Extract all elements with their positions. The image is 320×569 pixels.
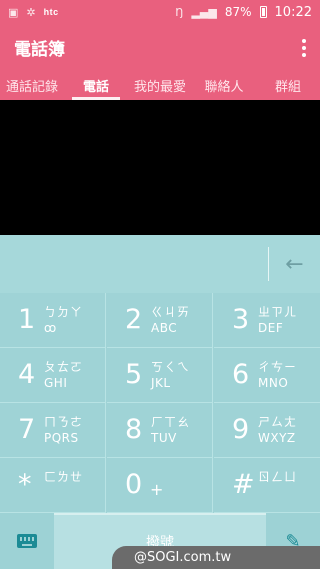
app-bar: 電話簿 — [0, 24, 320, 70]
battery-icon — [259, 6, 267, 18]
key-6[interactable]: 6 ㄔㄘㄧ MNO — [214, 348, 320, 403]
key-letters: PQRS — [44, 431, 79, 445]
key-digit: # — [232, 469, 255, 500]
key-digit: 0 — [125, 469, 143, 500]
watermark: @SOGI.com.tw — [112, 546, 320, 569]
key-bopomofo: ㄕㄙㄤ — [258, 415, 298, 429]
key-3[interactable]: 3 ㄓㄗㄦ DEF — [214, 293, 320, 348]
key-bopomofo: ㄅㄉㄚ — [44, 305, 84, 319]
backspace-button[interactable]: ← — [268, 247, 320, 281]
key-2[interactable]: 2 ㄍㄐㄞ ABC — [107, 293, 213, 348]
key-8[interactable]: 8 ㄏㄒㄠ TUV — [107, 403, 213, 458]
key-letters: DEF — [258, 321, 284, 335]
key-letters: + — [150, 480, 164, 499]
backspace-icon: ← — [285, 251, 304, 277]
dial-keypad: 1 ㄅㄉㄚ ꝏ 2 ㄍㄐㄞ ABC 3 ㄓㄗㄦ DEF 4 ㄆㄊㄛ GHI 5 … — [0, 293, 320, 513]
tab-contacts[interactable]: 聯絡人 — [192, 70, 256, 100]
key-bopomofo: ㄖㄥㄩ — [258, 470, 298, 484]
key-letters: MNO — [258, 376, 289, 390]
key-digit: 2 — [125, 304, 143, 335]
key-hash[interactable]: # ㄖㄥㄩ — [214, 458, 320, 513]
key-letters: ABC — [151, 321, 178, 335]
key-digit: 8 — [125, 414, 143, 445]
key-bopomofo: ㄓㄗㄦ — [258, 305, 298, 319]
key-bopomofo: ㄏㄒㄠ — [151, 415, 191, 429]
key-letters: WXYZ — [258, 431, 296, 445]
brand-logo: htc — [43, 7, 59, 17]
tab-favorites[interactable]: 我的最愛 — [128, 70, 192, 100]
tab-call-log[interactable]: 通話記錄 — [0, 70, 64, 100]
key-letters: JKL — [151, 376, 171, 390]
app-title: 電話簿 — [14, 39, 65, 60]
nfc-icon: Ŋ — [175, 5, 184, 19]
status-bar: ▣ ✲ htc Ŋ ▂▄▆ 87% 10:22 — [0, 0, 320, 24]
suggestion-area — [0, 100, 320, 235]
key-digit: * — [18, 469, 32, 500]
key-star[interactable]: * ㄈㄌㄝ — [0, 458, 106, 513]
keyboard-icon — [17, 534, 37, 548]
key-digit: 5 — [125, 359, 143, 390]
key-9[interactable]: 9 ㄕㄙㄤ WXYZ — [214, 403, 320, 458]
key-1[interactable]: 1 ㄅㄉㄚ ꝏ — [0, 293, 106, 348]
key-bopomofo: ㄎㄑㄟ — [151, 360, 191, 374]
key-bopomofo: ㄔㄘㄧ — [258, 360, 298, 374]
key-digit: 3 — [232, 304, 250, 335]
image-icon: ▣ — [8, 5, 19, 19]
tab-bar: 通話記錄 電話 我的最愛 聯絡人 群組 — [0, 70, 320, 100]
key-digit: 4 — [18, 359, 36, 390]
key-5[interactable]: 5 ㄎㄑㄟ JKL — [107, 348, 213, 403]
key-letters: TUV — [151, 431, 177, 445]
key-digit: 7 — [18, 414, 36, 445]
tab-groups[interactable]: 群組 — [256, 70, 320, 100]
overflow-menu-icon[interactable] — [302, 39, 306, 57]
key-4[interactable]: 4 ㄆㄊㄛ GHI — [0, 348, 106, 403]
tab-phone[interactable]: 電話 — [64, 70, 128, 100]
key-digit: 6 — [232, 359, 250, 390]
key-bopomofo: ㄈㄌㄝ — [44, 470, 84, 484]
key-bopomofo: ㄍㄐㄞ — [151, 305, 191, 319]
voicemail-icon: ꝏ — [44, 321, 57, 335]
signal-icon: ▂▄▆ — [191, 5, 217, 19]
key-letters: GHI — [44, 376, 68, 390]
number-input[interactable]: ← — [0, 235, 320, 293]
key-digit: 1 — [18, 304, 36, 335]
key-digit: 9 — [232, 414, 250, 445]
settings-icon: ✲ — [26, 5, 36, 19]
key-bopomofo: ㄇㄋㄜ — [44, 415, 84, 429]
keyboard-toggle-button[interactable] — [0, 513, 54, 569]
key-7[interactable]: 7 ㄇㄋㄜ PQRS — [0, 403, 106, 458]
key-bopomofo: ㄆㄊㄛ — [44, 360, 84, 374]
key-0[interactable]: 0 + — [107, 458, 213, 513]
clock: 10:22 — [274, 4, 312, 20]
battery-percent: 87% — [224, 5, 252, 19]
